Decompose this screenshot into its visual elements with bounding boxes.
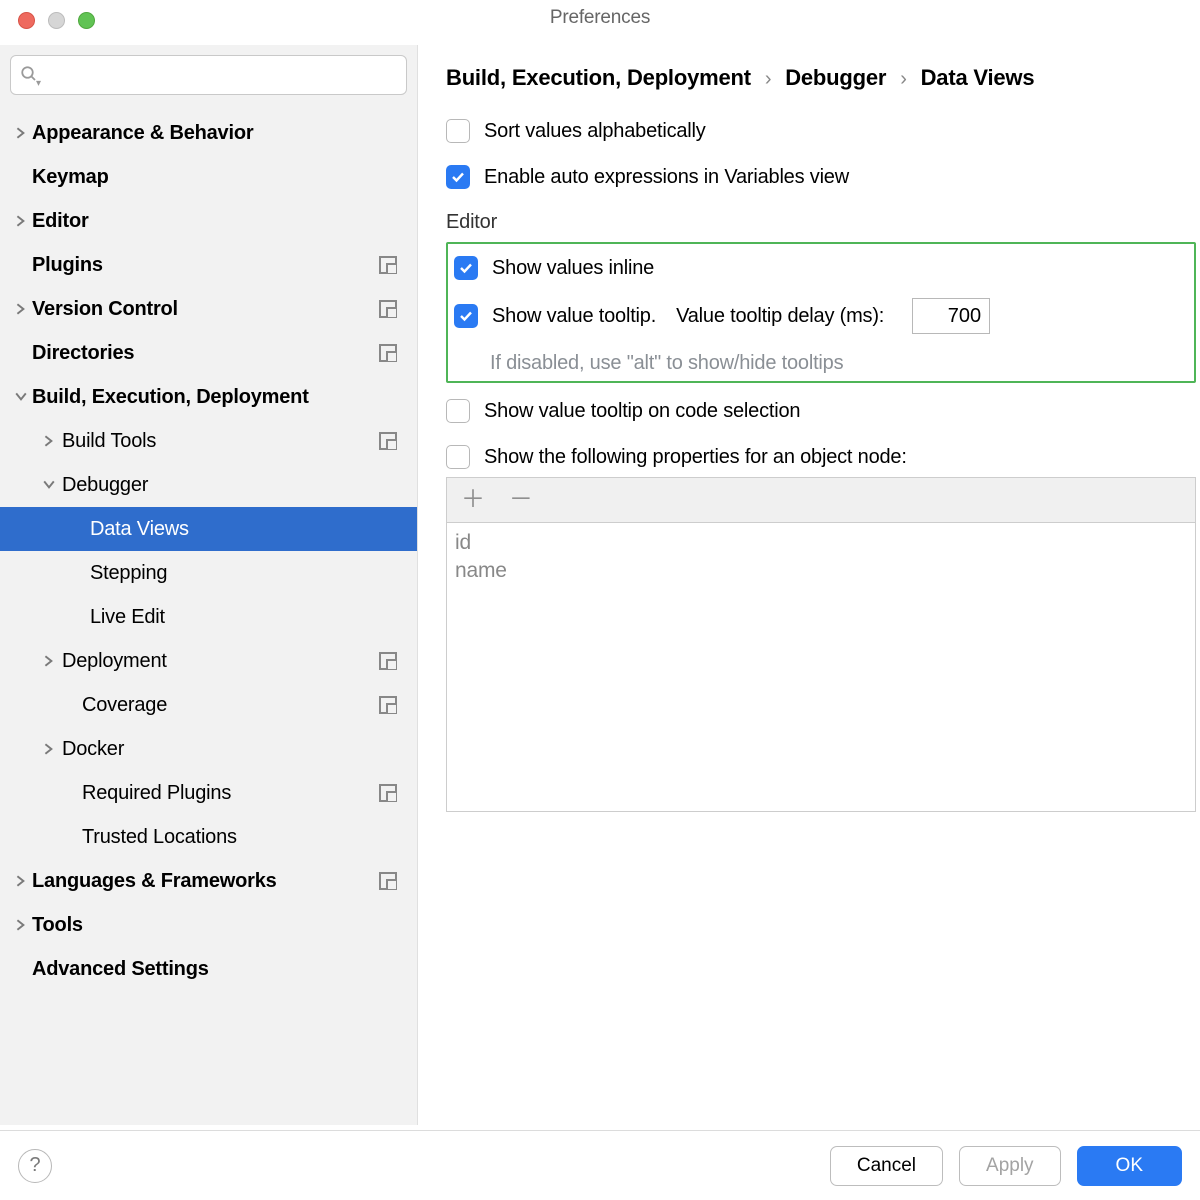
tree-item-langfw[interactable]: Languages & Frameworks xyxy=(10,859,407,903)
list-item[interactable]: id xyxy=(455,529,1187,557)
checkbox-unchecked-icon[interactable] xyxy=(446,399,470,423)
tree-item-deployment[interactable]: Deployment xyxy=(10,639,407,683)
breadcrumb-seg[interactable]: Debugger xyxy=(785,65,886,90)
breadcrumb-seg[interactable]: Build, Execution, Deployment xyxy=(446,65,751,90)
add-icon[interactable]: ＋ xyxy=(461,488,485,512)
search-input[interactable] xyxy=(10,55,407,95)
tooltip-hint: If disabled, use "alt" to show/hide tool… xyxy=(454,352,1188,375)
tree-item-plugins[interactable]: Plugins xyxy=(10,243,407,287)
option-show-tooltip[interactable]: Show value tooltip. Value tooltip delay … xyxy=(454,298,1188,334)
tree-item-vcs[interactable]: Version Control xyxy=(10,287,407,331)
project-scope-icon xyxy=(379,872,397,890)
option-label: Show value tooltip. xyxy=(492,305,656,328)
tree-item-bed[interactable]: Build, Execution, Deployment xyxy=(10,375,407,419)
help-button[interactable]: ? xyxy=(18,1149,52,1183)
tree-item-buildtools[interactable]: Build Tools xyxy=(10,419,407,463)
project-scope-icon xyxy=(379,696,397,714)
option-label: Show values inline xyxy=(492,257,654,280)
chevron-right-icon: › xyxy=(757,68,779,90)
search-box: ▾ xyxy=(10,55,407,95)
chevron-right-icon xyxy=(10,303,32,315)
project-scope-icon xyxy=(379,300,397,318)
chevron-right-icon xyxy=(38,655,60,667)
tree-item-reqplugins[interactable]: Required Plugins xyxy=(10,771,407,815)
project-scope-icon xyxy=(379,344,397,362)
sidebar: ▾ Appearance & Behavior Keymap Editor Pl… xyxy=(0,45,418,1125)
window-minimize-icon xyxy=(48,12,65,29)
option-label: Show value tooltip on code selection xyxy=(484,400,800,423)
tree-item-editor[interactable]: Editor xyxy=(10,199,407,243)
chevron-down-icon xyxy=(38,479,60,491)
option-auto-expr[interactable]: Enable auto expressions in Variables vie… xyxy=(446,165,1200,189)
window-maximize-icon[interactable] xyxy=(78,12,95,29)
tree-item-dataviews[interactable]: Data Views xyxy=(0,507,417,551)
breadcrumb: Build, Execution, Deployment › Debugger … xyxy=(446,65,1200,91)
project-scope-icon xyxy=(379,432,397,450)
tree-item-directories[interactable]: Directories xyxy=(10,331,407,375)
chevron-right-icon xyxy=(10,215,32,227)
chevron-right-icon: › xyxy=(892,68,914,90)
tree-item-debugger[interactable]: Debugger xyxy=(10,463,407,507)
properties-toolbar: ＋ － xyxy=(446,477,1196,522)
checkbox-unchecked-icon[interactable] xyxy=(446,445,470,469)
project-scope-icon xyxy=(379,784,397,802)
dialog-footer: ? Cancel Apply OK xyxy=(0,1130,1200,1200)
tree-item-keymap[interactable]: Keymap xyxy=(10,155,407,199)
content-pane: Build, Execution, Deployment › Debugger … xyxy=(418,45,1200,1125)
ok-button[interactable]: OK xyxy=(1077,1146,1182,1186)
project-scope-icon xyxy=(379,256,397,274)
option-label: Show the following properties for an obj… xyxy=(484,446,907,469)
properties-list[interactable]: id name xyxy=(446,522,1196,812)
tree-item-tools[interactable]: Tools xyxy=(10,903,407,947)
tree-item-docker[interactable]: Docker xyxy=(10,727,407,771)
window-title: Preferences xyxy=(0,7,1200,45)
search-history-chevron-icon[interactable]: ▾ xyxy=(36,78,41,89)
tree-item-liveedit[interactable]: Live Edit xyxy=(10,595,407,639)
window-close-icon[interactable] xyxy=(18,12,35,29)
tree-item-coverage[interactable]: Coverage xyxy=(10,683,407,727)
option-show-inline[interactable]: Show values inline xyxy=(454,256,1188,280)
chevron-right-icon xyxy=(38,435,60,447)
option-tooltip-on-selection[interactable]: Show value tooltip on code selection xyxy=(446,399,1200,423)
cancel-button[interactable]: Cancel xyxy=(830,1146,943,1186)
settings-tree: Appearance & Behavior Keymap Editor Plug… xyxy=(10,111,407,991)
option-sort-alpha[interactable]: Sort values alphabetically xyxy=(446,119,1200,143)
option-label: Enable auto expressions in Variables vie… xyxy=(484,166,849,189)
checkbox-checked-icon[interactable] xyxy=(454,304,478,328)
delay-input[interactable] xyxy=(912,298,990,334)
tree-item-advanced[interactable]: Advanced Settings xyxy=(10,947,407,991)
checkbox-checked-icon[interactable] xyxy=(446,165,470,189)
chevron-right-icon xyxy=(10,919,32,931)
remove-icon[interactable]: － xyxy=(509,488,533,512)
checkbox-unchecked-icon[interactable] xyxy=(446,119,470,143)
chevron-right-icon xyxy=(10,127,32,139)
tree-item-appearance[interactable]: Appearance & Behavior xyxy=(10,111,407,155)
chevron-down-icon xyxy=(10,391,32,403)
chevron-right-icon xyxy=(10,875,32,887)
breadcrumb-seg[interactable]: Data Views xyxy=(921,65,1035,90)
editor-section-label: Editor xyxy=(446,211,1200,234)
tree-item-stepping[interactable]: Stepping xyxy=(10,551,407,595)
option-label: Sort values alphabetically xyxy=(484,120,706,143)
option-show-props[interactable]: Show the following properties for an obj… xyxy=(446,445,1200,469)
project-scope-icon xyxy=(379,652,397,670)
list-item[interactable]: name xyxy=(455,557,1187,585)
checkbox-checked-icon[interactable] xyxy=(454,256,478,280)
delay-label: Value tooltip delay (ms): xyxy=(676,305,884,328)
chevron-right-icon xyxy=(38,743,60,755)
apply-button[interactable]: Apply xyxy=(959,1146,1061,1186)
highlighted-editor-group: Show values inline Show value tooltip. V… xyxy=(446,242,1196,383)
tree-item-trusted[interactable]: Trusted Locations xyxy=(10,815,407,859)
